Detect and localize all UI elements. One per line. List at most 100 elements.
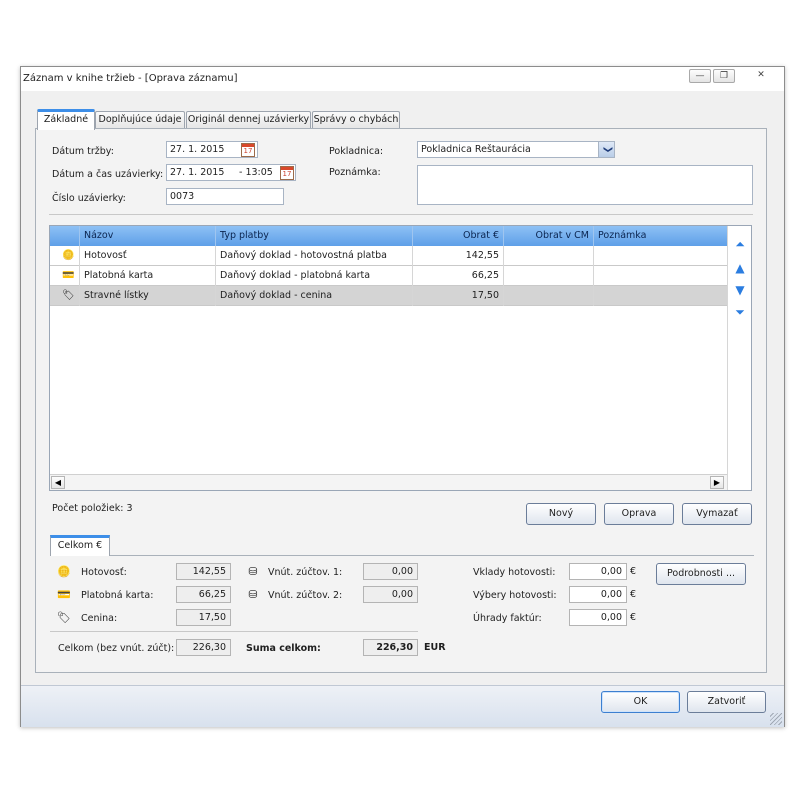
close-window-button[interactable]: ✕: [747, 69, 775, 83]
item-count: Počet položiek: 3: [52, 503, 133, 514]
title-bar: Záznam v knihe tržieb - [Oprava záznamu]…: [21, 67, 784, 91]
close-icon: ✕: [757, 70, 765, 80]
cell-obrat-cm: [504, 286, 594, 306]
cislo-uzavierky-input[interactable]: 0073: [166, 188, 284, 205]
col-obrat-cm[interactable]: Obrat v CM: [504, 226, 594, 246]
table-row[interactable]: 🏷 Stravné lístky Daňový doklad - cenina …: [50, 286, 727, 306]
divider: [50, 631, 418, 632]
window-title: Záznam v knihe tržieb - [Oprava záznamu]: [23, 73, 238, 84]
transfer-icon: ⛁: [248, 565, 258, 578]
datum-cas-time: - 13:05: [239, 167, 273, 178]
datum-trzby-label: Dátum tržby:: [52, 146, 114, 157]
resize-grip[interactable]: [770, 713, 782, 725]
pokladnica-value: Pokladnica Reštaurácia: [421, 144, 531, 155]
move-down-icon[interactable]: ▼: [732, 282, 748, 298]
arrow-left-icon: ◀: [54, 478, 62, 487]
cell-poznamka: [594, 246, 727, 266]
col-poznamka[interactable]: Poznámka: [594, 226, 727, 246]
scroll-right-button[interactable]: ▶: [710, 476, 724, 489]
close-button[interactable]: Zatvoriť: [687, 691, 766, 713]
ok-button[interactable]: OK: [601, 691, 680, 713]
pokladnica-select[interactable]: Pokladnica Reštaurácia ❯: [417, 141, 615, 158]
table-row[interactable]: 🪙 Hotovosť Daňový doklad - hotovostná pl…: [50, 246, 727, 266]
poznamka-textarea[interactable]: [417, 165, 753, 205]
tab-spravy-o-chybach[interactable]: Správy o chybách: [312, 111, 400, 129]
grid-header: Názov Typ platby Obrat € Obrat v CM Pozn…: [50, 226, 727, 246]
cell-typ: Daňový doklad - hotovostná platba: [216, 246, 413, 266]
vnut2-value: 0,00: [363, 586, 418, 603]
row-icon-cell: 💳: [50, 266, 80, 286]
uhrady-label: Úhrady faktúr:: [473, 613, 542, 624]
cell-obrat-cm: [504, 246, 594, 266]
coins-icon: 🪙: [62, 250, 75, 261]
tab-original-uzavierky[interactable]: Originál dennej uzávierky: [186, 111, 311, 129]
payments-grid: Názov Typ platby Obrat € Obrat v CM Pozn…: [49, 225, 752, 491]
tag-icon: 🏷: [62, 290, 75, 301]
move-up-icon[interactable]: ▲: [732, 260, 748, 276]
tab-zakladne[interactable]: Základné: [37, 109, 95, 130]
calendar-icon[interactable]: 17: [280, 166, 294, 180]
chevron-down-icon[interactable]: ❯: [598, 142, 614, 157]
calendar-icon[interactable]: 17: [241, 143, 255, 157]
horizontal-scrollbar[interactable]: ◀ ▶: [50, 474, 727, 490]
uhrady-input[interactable]: 0,00: [569, 609, 627, 626]
move-first-icon[interactable]: ⏶: [732, 236, 748, 252]
grid-header-icon-col: [50, 226, 80, 246]
card-icon: 💳: [62, 270, 75, 281]
vklady-currency: €: [630, 566, 637, 577]
transfer-icon: ⛁: [248, 588, 258, 601]
vybery-label: Výbery hotovosti:: [473, 590, 557, 601]
suma-label: Suma celkom:: [246, 643, 321, 654]
cenina-value: 17,50: [176, 609, 231, 626]
details-button[interactable]: Podrobnosti ...: [656, 563, 746, 585]
vklady-input[interactable]: 0,00: [569, 563, 627, 580]
cell-obrat-cm: [504, 266, 594, 286]
cell-obrat: 142,55: [413, 246, 504, 266]
divider: [49, 214, 753, 215]
tab-celkom[interactable]: Celkom €: [50, 535, 110, 556]
restore-icon: ❐: [719, 71, 729, 81]
cell-typ: Daňový doklad - platobná karta: [216, 266, 413, 286]
coins-icon: 🪙: [57, 565, 71, 578]
restore-button[interactable]: ❐: [713, 69, 735, 83]
cell-nazov: Hotovosť: [80, 246, 216, 266]
arrow-right-icon: ▶: [713, 478, 721, 487]
move-last-icon[interactable]: ⏷: [732, 304, 748, 320]
hotovost-value: 142,55: [176, 563, 231, 580]
col-nazov[interactable]: Názov: [80, 226, 216, 246]
datum-cas-input[interactable]: 27. 1. 2015 - 13:05: [166, 164, 296, 181]
uhrady-currency: €: [630, 612, 637, 623]
cell-poznamka: [594, 286, 727, 306]
edit-button[interactable]: Oprava: [604, 503, 674, 525]
card-icon: 💳: [57, 588, 71, 601]
vnut2-label: Vnút. zúčtov. 2:: [268, 590, 343, 601]
delete-button[interactable]: Vymazať: [682, 503, 752, 525]
col-obrat[interactable]: Obrat €: [413, 226, 504, 246]
suma-currency: EUR: [424, 642, 446, 653]
suma-value: 226,30: [363, 639, 418, 656]
cell-obrat: 17,50: [413, 286, 504, 306]
dialog-footer: OK Zatvoriť: [21, 685, 784, 727]
row-navigation-bar: ⏶ ▲ ▼ ⏷: [727, 226, 751, 490]
scroll-left-button[interactable]: ◀: [51, 476, 65, 489]
datum-cas-label: Dátum a čas uzávierky:: [52, 169, 164, 180]
cell-obrat: 66,25: [413, 266, 504, 286]
cislo-uzavierky-label: Číslo uzávierky:: [52, 193, 126, 204]
cell-nazov: Platobná karta: [80, 266, 216, 286]
minimize-button[interactable]: —: [689, 69, 711, 83]
cell-typ: Daňový doklad - cenina: [216, 286, 413, 306]
vybery-currency: €: [630, 589, 637, 600]
cenina-label: Cenina:: [81, 613, 118, 624]
dialog-window: Záznam v knihe tržieb - [Oprava záznamu]…: [20, 66, 785, 727]
hotovost-label: Hotovosť:: [81, 567, 127, 578]
new-button[interactable]: Nový: [526, 503, 596, 525]
karta-label: Platobná karta:: [81, 590, 154, 601]
row-icon-cell: 🏷: [50, 286, 80, 306]
minimize-icon: —: [695, 71, 705, 81]
datum-cas-date: 27. 1. 2015: [170, 167, 225, 178]
tab-doplnujuce-udaje[interactable]: Doplňujúce údaje: [95, 111, 185, 129]
table-row[interactable]: 💳 Platobná karta Daňový doklad - platobn…: [50, 266, 727, 286]
col-typ-platby[interactable]: Typ platby: [216, 226, 413, 246]
cell-poznamka: [594, 266, 727, 286]
vybery-input[interactable]: 0,00: [569, 586, 627, 603]
